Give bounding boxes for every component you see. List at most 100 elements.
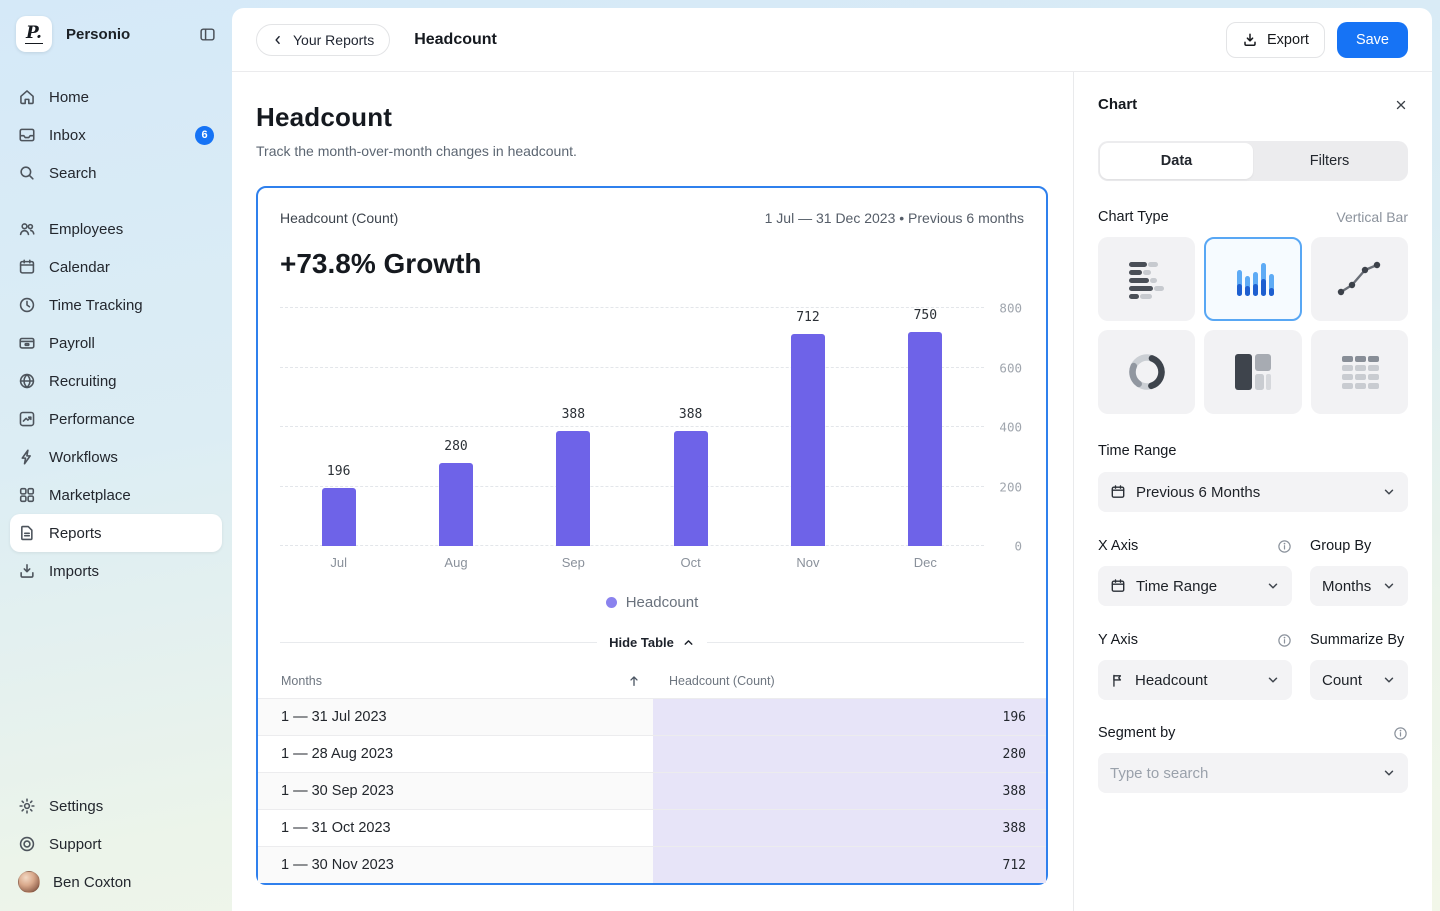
table-row[interactable]: 1 — 28 Aug 2023280	[258, 735, 1046, 772]
sidebar-item-performance[interactable]: Performance	[0, 400, 232, 438]
sidebar-item-settings[interactable]: Settings	[0, 787, 232, 825]
chart-type-grid	[1098, 237, 1408, 414]
chart-type-vertical-bar[interactable]	[1204, 237, 1301, 321]
sidebar-user-menu[interactable]: Ben Coxton	[0, 863, 232, 901]
sidebar-item-label: Reports	[49, 525, 102, 542]
imports-icon	[18, 562, 36, 580]
time-range-select[interactable]: Previous 6 Months	[1098, 472, 1408, 512]
home-icon	[18, 88, 36, 106]
chart-card[interactable]: Headcount (Count) 1 Jul — 31 Dec 2023 • …	[256, 186, 1048, 885]
info-icon[interactable]	[1277, 633, 1292, 648]
chevron-down-icon	[1266, 579, 1280, 593]
bar-value-label: 196	[327, 464, 350, 479]
group-by-select[interactable]: Months	[1310, 566, 1408, 606]
save-button[interactable]: Save	[1337, 22, 1408, 58]
summarize-by-select[interactable]: Count	[1310, 660, 1408, 700]
table-row[interactable]: 1 — 31 Jul 2023196	[258, 698, 1046, 735]
table-row[interactable]: 1 — 30 Sep 2023388	[258, 772, 1046, 809]
sidebar-item-workflows[interactable]: Workflows	[0, 438, 232, 476]
info-icon[interactable]	[1277, 539, 1292, 554]
sidebar-item-label: Imports	[49, 563, 99, 580]
sidebar-item-label: Search	[49, 165, 97, 182]
chart-type-donut[interactable]	[1098, 330, 1195, 414]
sidebar-item-marketplace[interactable]: Marketplace	[0, 476, 232, 514]
sidebar-item-label: Workflows	[49, 449, 118, 466]
performance-icon	[18, 410, 36, 428]
hide-table-button[interactable]: Hide Table	[609, 635, 695, 650]
sidebar-item-label: Marketplace	[49, 487, 131, 504]
brand-name: Personio	[66, 26, 185, 43]
sidebar-item-recruiting[interactable]: Recruiting	[0, 362, 232, 400]
horizontal-bar-chart-icon	[1123, 257, 1171, 301]
avatar	[18, 871, 40, 893]
sidebar-item-label: Calendar	[49, 259, 110, 276]
x-axis-tick: Aug	[397, 555, 514, 570]
x-axis-tick: Dec	[867, 555, 984, 570]
date-range-label: 1 Jul — 31 Dec 2023 • Previous 6 months	[765, 210, 1024, 226]
chart-type-treemap[interactable]	[1204, 330, 1301, 414]
chevron-down-icon	[1382, 766, 1396, 780]
back-to-your-reports-button[interactable]: Your Reports	[256, 24, 390, 56]
bar-slot: 280	[397, 308, 514, 546]
settings-icon	[18, 797, 36, 815]
sidebar: P. Personio Home Inbox6 Search Employees Cal…	[0, 0, 232, 911]
brand-row: P. Personio	[0, 14, 232, 54]
table-row[interactable]: 1 — 30 Nov 2023712	[258, 846, 1046, 883]
topbar: Your Reports Headcount Export Save	[232, 8, 1432, 72]
close-icon[interactable]	[1394, 98, 1408, 112]
sidebar-item-time-tracking[interactable]: Time Tracking	[0, 286, 232, 324]
donut-chart-icon	[1123, 350, 1171, 394]
sidebar-item-label: Settings	[49, 798, 103, 815]
x-axis-select[interactable]: Time Range	[1098, 566, 1292, 606]
tab-data[interactable]: Data	[1100, 143, 1253, 179]
line-chart-icon	[1335, 257, 1383, 301]
y-axis-select[interactable]: Headcount	[1098, 660, 1292, 700]
info-icon[interactable]	[1393, 726, 1408, 741]
export-icon	[1242, 32, 1258, 48]
sidebar-item-home[interactable]: Home	[0, 78, 232, 116]
sidebar-item-label: Home	[49, 89, 89, 106]
report-title: Headcount	[414, 31, 497, 49]
data-table: Months Headcount (Count) 1 — 31 Jul 2023…	[258, 664, 1046, 883]
flag-icon	[1110, 673, 1125, 688]
row-value: 388	[1003, 784, 1026, 799]
y-axis-tick: 200	[999, 479, 1022, 494]
metric-label: Headcount (Count)	[280, 210, 398, 226]
chart-type-line[interactable]	[1311, 237, 1408, 321]
bar-value-label: 750	[914, 308, 937, 323]
sort-ascending-icon[interactable]	[627, 674, 641, 688]
sidebar-item-employees[interactable]: Employees	[0, 210, 232, 248]
chart-type-horizontal-bar[interactable]	[1098, 237, 1195, 321]
tab-filters[interactable]: Filters	[1253, 143, 1406, 179]
sidebar-item-support[interactable]: Support	[0, 825, 232, 863]
inbox-icon	[18, 126, 36, 144]
bar-value-label: 388	[679, 407, 702, 422]
row-month: 1 — 28 Aug 2023	[281, 746, 393, 762]
bar-value-label: 712	[796, 310, 819, 325]
table-row[interactable]: 1 — 31 Oct 2023388	[258, 809, 1046, 846]
legend-label: Headcount	[626, 594, 699, 611]
sidebar-item-inbox[interactable]: Inbox6	[0, 116, 232, 154]
vertical-bar-chart-icon	[1229, 257, 1277, 301]
y-axis-tick: 400	[999, 420, 1022, 435]
y-axis-tick: 800	[999, 301, 1022, 316]
segment-by-select[interactable]: Type to search	[1098, 753, 1408, 793]
sidebar-item-label: Time Tracking	[49, 297, 143, 314]
sidebar-item-search[interactable]: Search	[0, 154, 232, 192]
x-axis-tick: Nov	[749, 555, 866, 570]
export-button[interactable]: Export	[1226, 22, 1325, 58]
chart-type-table[interactable]	[1311, 330, 1408, 414]
time-range-value: Previous 6 Months	[1136, 484, 1260, 501]
sidebar-item-calendar[interactable]: Calendar	[0, 248, 232, 286]
group-by-value: Months	[1322, 578, 1371, 595]
divider	[280, 642, 597, 643]
bar	[556, 431, 590, 546]
data-filters-tabs: Data Filters	[1098, 141, 1408, 181]
bar-value-label: 280	[444, 439, 467, 454]
sidebar-collapse-icon[interactable]	[199, 26, 216, 43]
sidebar-item-imports[interactable]: Imports	[0, 552, 232, 590]
time-range-label: Time Range	[1098, 443, 1176, 459]
sidebar-item-reports[interactable]: Reports	[10, 514, 222, 552]
sidebar-item-payroll[interactable]: Payroll	[0, 324, 232, 362]
row-value: 388	[1003, 821, 1026, 836]
